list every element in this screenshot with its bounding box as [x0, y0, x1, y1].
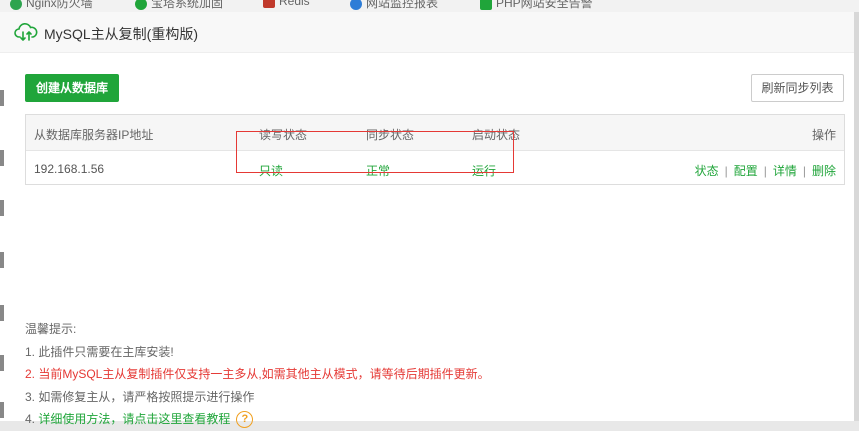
background-edge: [0, 150, 4, 166]
dialog-header: MySQL主从复制(重构版): [0, 12, 859, 53]
background-plugin-bar: Nginx防火墙 宝塔系统加固 Redis 网站监控报表 PHP网站安全告警: [0, 0, 859, 12]
divider: |: [724, 164, 728, 178]
background-edge: [854, 12, 859, 421]
background-edge: [0, 305, 4, 321]
tip-4-prefix: 4.: [25, 412, 39, 426]
background-edge: [0, 355, 4, 371]
tip-3: 3. 如需修复主从，请严格按照提示进行操作: [25, 389, 255, 404]
redis-icon: [263, 0, 275, 8]
bg-tab-redis[interactable]: Redis: [263, 0, 310, 8]
details-link[interactable]: 详情: [773, 164, 797, 178]
globe-icon: [350, 0, 362, 10]
refresh-sync-list-button[interactable]: 刷新同步列表: [751, 74, 844, 102]
bg-tab-system[interactable]: 宝塔系统加固: [135, 0, 223, 11]
tip-2: 2. 当前MySQL主从复制插件仅支持一主多从,如需其他主从模式，请等待后期插件…: [25, 367, 490, 381]
row-actions: 状态 | 配置 | 详情 | 删除: [695, 162, 836, 179]
tip-1: 1. 此插件只需要在主库安装!: [25, 344, 174, 359]
background-edge: [0, 200, 4, 216]
cell-sync-status: 正常: [366, 164, 391, 178]
table-header: 从数据库服务器IP地址 读写状态 同步状态 启动状态 操作: [26, 115, 844, 151]
cell-ip: 192.168.1.56: [34, 162, 105, 176]
header-ip: 从数据库服务器IP地址: [34, 128, 154, 142]
create-slave-button[interactable]: 创建从数据库: [25, 74, 119, 102]
help-icon[interactable]: ?: [236, 411, 254, 429]
background-edge: [0, 90, 4, 106]
bg-tab-monitor[interactable]: 网站监控报表: [350, 0, 438, 11]
divider: |: [802, 164, 806, 178]
delete-link[interactable]: 删除: [812, 164, 836, 178]
tips-heading: 温馨提示:: [25, 322, 77, 336]
tutorial-link[interactable]: 详细使用方法，请点击这里查看教程: [38, 412, 230, 426]
slave-table: 从数据库服务器IP地址 读写状态 同步状态 启动状态 操作 192.168.1.…: [25, 114, 845, 185]
bg-tab-php[interactable]: PHP网站安全告警: [480, 0, 593, 11]
header-sync: 同步状态: [366, 128, 415, 142]
shield-icon: [135, 0, 147, 10]
mysql-replication-dialog: MySQL主从复制(重构版) 创建从数据库 刷新同步列表 从数据库服务器IP地址…: [0, 12, 859, 429]
bg-tab-nginx[interactable]: Nginx防火墙: [10, 0, 93, 11]
cloud-sync-icon: [14, 23, 38, 41]
cell-rw-status: 只读: [259, 164, 284, 178]
divider: |: [763, 164, 767, 178]
background-edge: [0, 252, 4, 268]
status-link[interactable]: 状态: [695, 164, 719, 178]
header-run: 启动状态: [472, 128, 521, 142]
document-icon: [480, 0, 492, 10]
shield-icon: [10, 0, 22, 10]
tips-section: 温馨提示: 1. 此插件只需要在主库安装! 2. 当前MySQL主从复制插件仅支…: [25, 318, 490, 431]
tip-4: 4. 详细使用方法，请点击这里查看教程?: [25, 408, 490, 431]
config-link[interactable]: 配置: [734, 164, 758, 178]
dialog-title: MySQL主从复制(重构版): [44, 26, 198, 42]
header-rw: 读写状态: [259, 128, 308, 142]
cell-run-status: 运行: [472, 164, 497, 178]
header-ops: 操作: [811, 128, 836, 142]
background-edge: [0, 402, 4, 418]
